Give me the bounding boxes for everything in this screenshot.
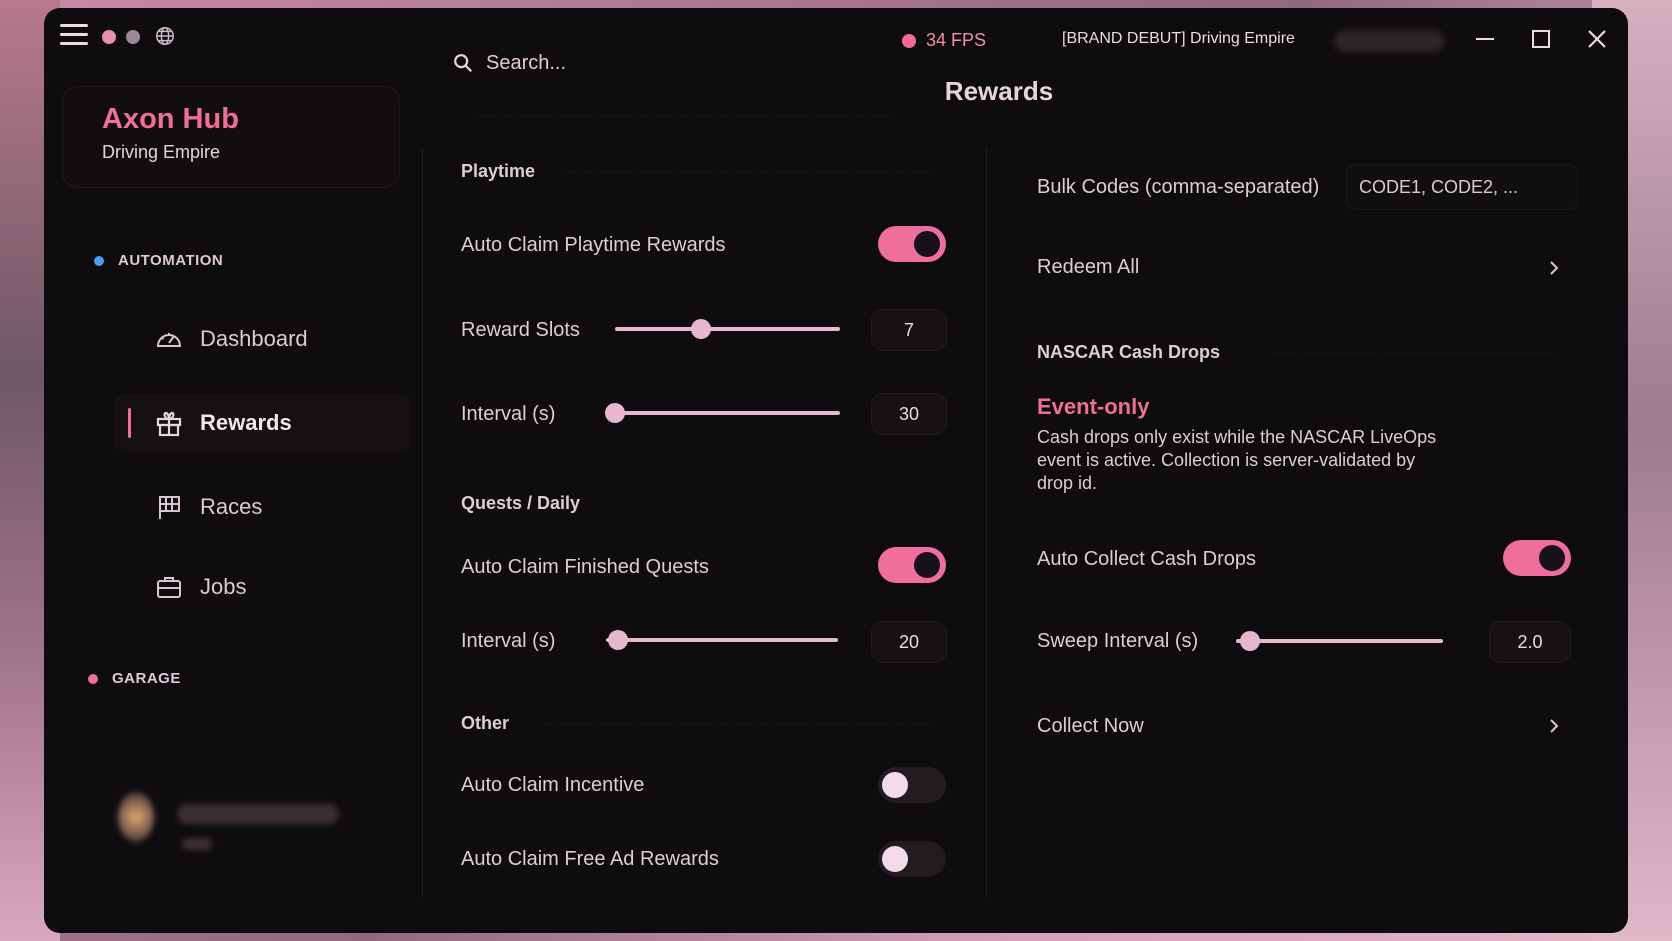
auto-claim-free-ad-label: Auto Claim Free Ad Rewards [461,848,719,870]
group-title-nascar: NASCAR Cash Drops [1037,342,1221,362]
reward-slots-slider[interactable] [615,317,840,341]
sidebar-divider [422,148,423,898]
slider-track [1236,639,1443,643]
event-only-title: Event-only [1037,394,1150,419]
auto-collect-cash-label: Auto Collect Cash Drops [1037,548,1256,570]
slider-thumb[interactable] [607,630,628,650]
gauge-icon [156,333,182,347]
app-window: 34 FPS [BRAND DEBUT] Driving Empire Rewa… [44,8,1628,933]
event-description: Cash drops only exist while the NASCAR L… [1037,427,1437,493]
section-dot [94,255,104,266]
sweep-interval-slider[interactable] [1236,629,1443,653]
slider-thumb[interactable] [604,403,625,423]
sweep-interval-label: Sweep Interval (s) [1037,630,1199,652]
close-icon [1588,30,1606,48]
search-bar[interactable] [452,46,752,80]
auto-claim-playtime-toggle[interactable] [878,226,946,262]
bulk-codes-label: Bulk Codes (comma-separated) [1037,176,1320,198]
sidebar-item-jobs[interactable]: Jobs [114,558,410,616]
avatar [118,792,154,842]
sidebar-item-dashboard[interactable]: Dashboard [114,310,410,368]
brand-subtitle: Driving Empire [102,142,221,162]
divider [1274,353,1556,354]
section-garage: GARAGE [88,670,181,687]
bulk-codes-input[interactable] [1346,164,1578,210]
section-label: GARAGE [112,670,181,687]
group-title-playtime: Playtime [461,161,536,181]
playtime-interval-slider[interactable] [604,401,840,425]
reward-slots-value[interactable]: 7 [871,309,947,351]
section-automation: AUTOMATION [94,252,223,269]
toggle-knob [914,231,940,257]
menu-icon[interactable] [60,24,88,50]
slider-thumb[interactable] [1240,631,1261,651]
playtime-interval-value[interactable]: 30 [871,393,947,435]
collect-now-button[interactable]: Collect Now [1037,715,1144,738]
top-bar: 34 FPS [BRAND DEBUT] Driving Empire [44,8,1628,78]
chevron-right-icon[interactable] [1544,716,1564,736]
record-dot-icon [902,33,916,48]
sidebar-item-label: Rewards [200,410,292,435]
auto-claim-free-ad-toggle[interactable] [878,841,946,877]
divider [564,172,934,173]
sidebar-item-label: Jobs [200,574,247,599]
status-dot-gray [126,30,140,44]
auto-claim-incentive-label: Auto Claim Incentive [461,774,645,796]
section-label: AUTOMATION [118,252,224,269]
brand-name: Axon Hub [102,103,239,135]
toggle-knob [882,846,908,872]
briefcase-icon [157,577,181,598]
sidebar-item-label: Dashboard [200,326,308,351]
minimize-button[interactable] [1470,24,1500,54]
playtime-interval-label: Interval (s) [461,403,556,425]
auto-collect-cash-toggle[interactable] [1503,540,1571,576]
blurred-user-pill [1334,30,1444,52]
globe-icon[interactable] [154,25,176,47]
divider [544,724,934,725]
section-dot [88,673,98,684]
toggle-knob [914,552,940,578]
maximize-button[interactable] [1526,24,1556,54]
flag-icon [159,496,180,519]
search-input[interactable] [484,50,738,76]
close-button[interactable] [1582,24,1612,54]
divider [474,115,894,116]
toggle-knob [1539,545,1565,571]
auto-claim-incentive-toggle[interactable] [878,767,946,803]
panel-divider [986,148,987,898]
game-title: [BRAND DEBUT] Driving Empire [1062,30,1295,47]
sidebar-item-rewards[interactable]: Rewards [114,394,410,452]
quests-interval-slider[interactable] [606,628,838,652]
sweep-interval-value[interactable]: 2.0 [1489,621,1571,663]
blurred-username [178,804,338,824]
sidebar-item-label: Races [200,494,263,519]
search-icon [454,54,473,73]
blurred-user-detail [182,838,212,850]
slider-track [615,327,840,331]
minimize-icon [1476,38,1494,40]
slider-track [608,411,840,415]
slider-thumb[interactable] [690,319,711,339]
reward-slots-label: Reward Slots [461,319,580,341]
group-title-other: Other [461,713,510,733]
sidebar-item-races[interactable]: Races [114,478,410,536]
status-dot-pink [102,30,116,44]
fps-value: 34 FPS [926,30,987,50]
page-title: Rewards [944,76,1054,106]
quests-interval-value[interactable]: 20 [871,621,947,663]
gift-icon [156,411,182,437]
fps-counter: 34 FPS [902,30,986,51]
quests-interval-label: Interval (s) [461,630,556,652]
group-title-quests: Quests / Daily [461,493,581,513]
chevron-right-icon[interactable] [1544,258,1564,278]
auto-claim-playtime-label: Auto Claim Playtime Rewards [461,234,726,256]
brand-card [62,86,400,188]
auto-claim-quests-toggle[interactable] [878,547,946,583]
maximize-icon [1532,30,1550,48]
redeem-all-button[interactable]: Redeem All [1037,256,1139,279]
slider-track [606,638,838,642]
toggle-knob [882,772,908,798]
auto-claim-quests-label: Auto Claim Finished Quests [461,556,709,578]
